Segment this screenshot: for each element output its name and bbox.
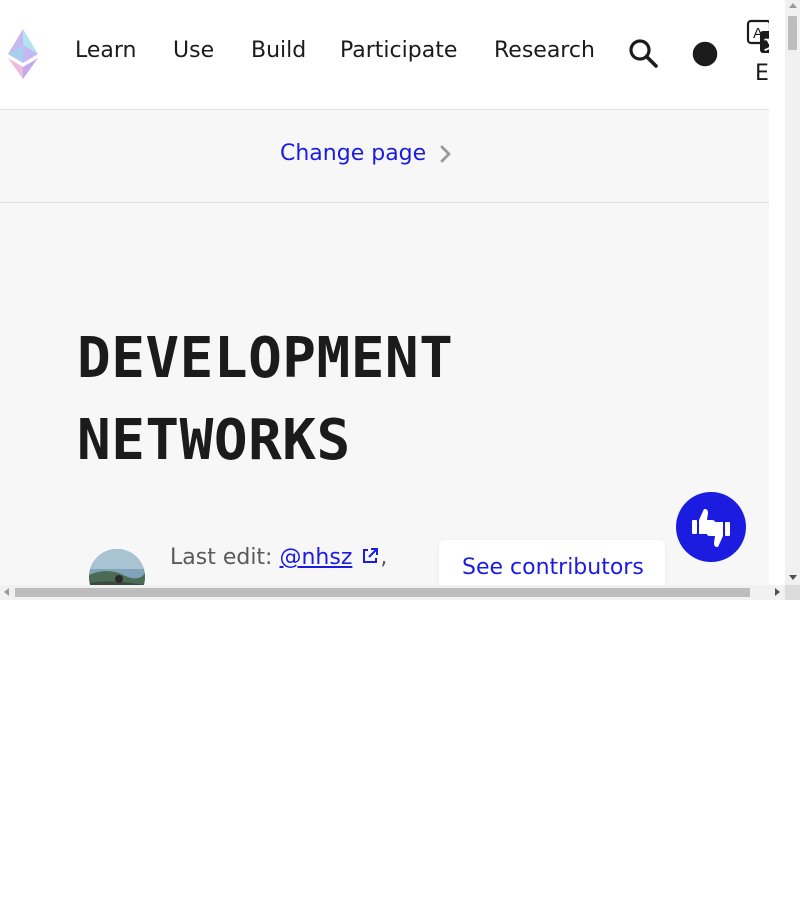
top-navigation: Learn Use Build Participate Research A 文…	[0, 0, 769, 110]
see-contributors-button[interactable]: See contributors	[439, 540, 665, 585]
nav-research[interactable]: Research	[494, 38, 595, 63]
change-page-label: Change page	[280, 141, 427, 166]
scroll-left-arrow[interactable]	[4, 588, 9, 596]
editor-handle-link[interactable]: @nhsz	[279, 545, 352, 570]
last-edit-info: Last edit: @nhsz ,	[170, 545, 387, 570]
avatar	[89, 549, 145, 585]
nav-build[interactable]: Build	[251, 38, 306, 63]
change-page-button[interactable]: Change page	[280, 141, 454, 166]
search-icon	[629, 39, 658, 68]
see-contributors-label: See contributors	[462, 555, 644, 580]
scrollbar-corner	[785, 585, 800, 600]
theme-toggle-button[interactable]	[690, 39, 720, 69]
language-button[interactable]: A 文 EN	[745, 18, 769, 90]
scroll-down-arrow[interactable]	[789, 575, 797, 580]
scroll-right-arrow[interactable]	[775, 588, 780, 596]
feedback-button[interactable]	[676, 492, 746, 562]
page-title: DEVELOPMENT NETWORKS	[77, 318, 597, 482]
nav-participate[interactable]: Participate	[340, 38, 457, 63]
thumbs-up-down-icon	[692, 509, 730, 547]
vertical-scrollbar[interactable]	[785, 0, 800, 585]
dark-mode-icon	[692, 41, 718, 67]
page-title-line-1: DEVELOPMENT	[77, 326, 454, 391]
scroll-up-arrow[interactable]	[789, 3, 797, 8]
last-edit-prefix: Last edit:	[170, 545, 273, 570]
external-link-icon	[363, 548, 379, 563]
nav-learn[interactable]: Learn	[75, 38, 137, 63]
page-title-line-2: NETWORKS	[77, 408, 351, 473]
last-edit-suffix: ,	[380, 545, 388, 570]
search-button[interactable]	[628, 38, 660, 70]
language-code: EN	[755, 61, 769, 86]
change-page-bar: Change page	[0, 110, 769, 203]
vertical-scroll-thumb[interactable]	[788, 16, 797, 50]
svg-text:文: 文	[764, 35, 769, 53]
horizontal-scroll-thumb[interactable]	[15, 588, 750, 597]
browser-viewport: Learn Use Build Participate Research A 文…	[0, 0, 800, 600]
chevron-right-icon	[440, 145, 451, 162]
ethereum-logo-icon[interactable]	[5, 27, 41, 81]
page: Learn Use Build Participate Research A 文…	[0, 0, 769, 585]
nav-use[interactable]: Use	[173, 38, 214, 63]
translate-icon: A 文	[746, 19, 769, 53]
horizontal-scrollbar[interactable]	[0, 585, 785, 600]
